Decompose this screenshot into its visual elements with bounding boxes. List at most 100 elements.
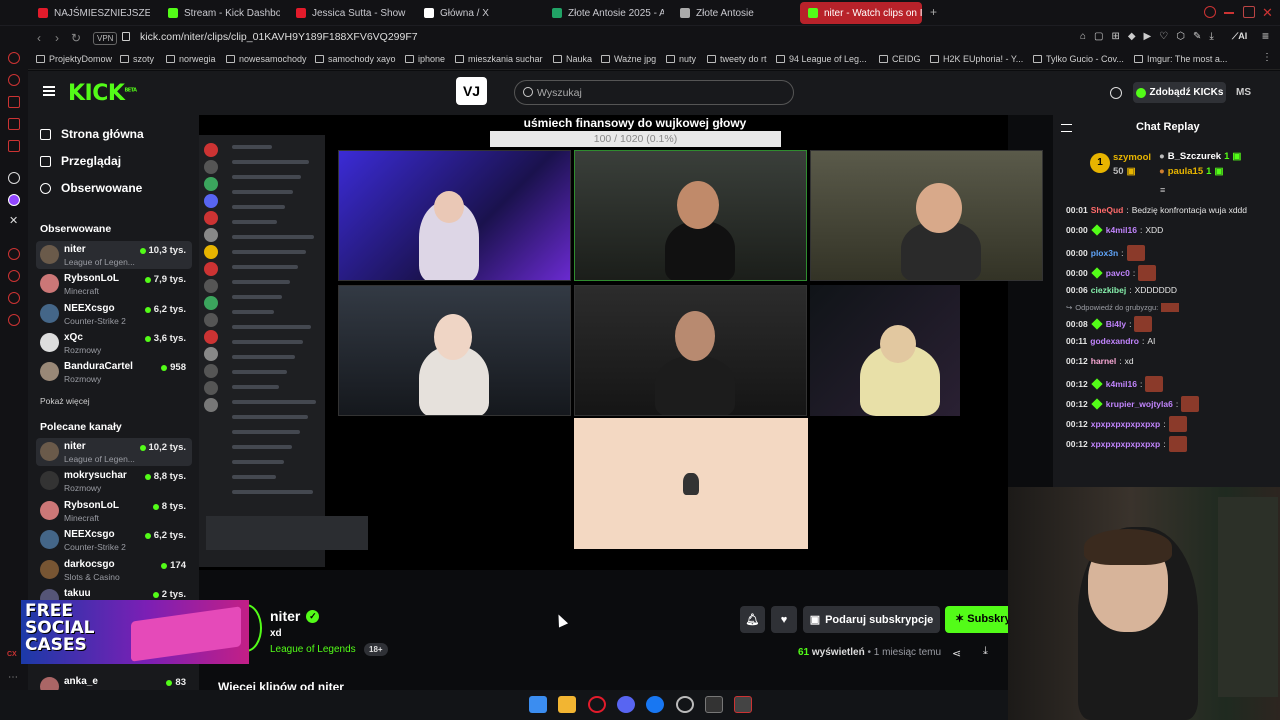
chat-username[interactable]: SheQud [1091, 205, 1124, 215]
bookmark-item[interactable]: nuty [666, 54, 696, 64]
discord-icon[interactable] [617, 696, 635, 713]
refresh-icon[interactable] [1110, 87, 1122, 99]
chat-username[interactable]: k4mil16 [1106, 225, 1137, 235]
sidebar-channel-recommended[interactable]: NEEXcsgo Counter-Strike 2 6,2 tys. [36, 526, 192, 554]
share-icon[interactable]: ⋖ [952, 647, 961, 660]
chat-username[interactable]: harnel [1091, 356, 1117, 366]
more-icon[interactable]: ⋯ [8, 672, 18, 683]
bookmark-item[interactable]: norwegia [166, 54, 216, 64]
menu-icon[interactable]: ≡ [1262, 29, 1269, 43]
chat-username[interactable]: plox3n [1091, 248, 1118, 258]
bookmark-item[interactable]: szoty [120, 54, 154, 64]
sidebar-channel-followed[interactable]: NEEXcsgo Counter-Strike 2 6,2 tys. [36, 300, 192, 328]
app-icon[interactable] [734, 696, 752, 713]
chat-username[interactable]: krupier_wojtyla6 [1106, 399, 1173, 409]
sidebar-toggle-label[interactable]: CX [7, 651, 17, 658]
ad-banner[interactable]: FREE SOCIAL CASES [21, 600, 249, 664]
nav-browse[interactable]: Przeglądaj [40, 154, 121, 168]
start-icon[interactable] [529, 696, 547, 713]
ai-icon[interactable]: ⟋AI [1232, 31, 1247, 42]
x-twitter-icon[interactable]: ✕ [9, 214, 18, 227]
browser-tab[interactable]: Złote Antosie 2025 - Arku [544, 2, 664, 24]
browser-tab[interactable]: Główna / X [416, 2, 536, 24]
sidebar-channel-followed[interactable]: RybsonLoL Minecraft 7,9 tys. [36, 270, 192, 298]
chat-message[interactable]: 00:00 plox3n: [1066, 245, 1145, 261]
streamer-name[interactable]: niter ✓ [270, 608, 320, 624]
player-icon[interactable] [8, 140, 20, 152]
game-category-link[interactable]: League of Legends [270, 644, 356, 655]
new-tab-icon[interactable]: + [930, 5, 937, 19]
bookmark-item[interactable]: Tylko Gucio - Cov... [1033, 54, 1124, 64]
location-icon[interactable] [8, 292, 20, 304]
url-field[interactable]: kick.com/niter/clips/clip_01KAVH9Y189F18… [140, 31, 418, 43]
minimize-icon[interactable] [1224, 12, 1234, 14]
bookmark-item[interactable]: Imgur: The most a... [1134, 54, 1227, 64]
bookmark-item[interactable]: ProjektyDomow [36, 54, 112, 64]
close-icon[interactable]: ✕ [1262, 5, 1273, 21]
facebook-icon[interactable] [646, 696, 664, 713]
browser-tab[interactable]: NAJŚMIESZNIEJSZE MOM [30, 2, 150, 24]
back-icon[interactable]: ‹ [37, 31, 41, 45]
browser-tab[interactable]: Złote Antosie [672, 2, 792, 24]
bookmark-item[interactable]: Nauka [553, 54, 592, 64]
bookmark-item[interactable]: CEIDG [879, 54, 921, 64]
search-input[interactable] [537, 85, 777, 101]
instagram-icon[interactable] [8, 172, 20, 184]
chat-message[interactable]: 00:06 ciezkibej: XDDDDDD [1066, 285, 1177, 295]
chat-username[interactable]: xpxpxpxpxpxpxp [1091, 439, 1160, 449]
aria-icon[interactable] [8, 74, 20, 86]
kick-logo[interactable]: KICKBETA [68, 81, 137, 106]
bookmarks-more-icon[interactable]: ⋮ [1262, 52, 1272, 63]
bag-icon[interactable] [8, 96, 20, 108]
bookmark-item[interactable]: tweety do rt [707, 54, 767, 64]
browser-tab[interactable]: niter - Watch clips on I [800, 2, 922, 24]
browser-tab[interactable]: Stream - Kick Dashboard [160, 2, 280, 24]
sidebar-channel-followed[interactable]: niter League of Legen... 10,3 tys. [36, 241, 192, 269]
workspaces-icon[interactable] [8, 52, 20, 64]
chat-message[interactable]: 00:12 krupier_wojtyla6: [1066, 396, 1200, 412]
chat-message[interactable]: 00:00 k4mil16: XDD [1066, 224, 1163, 236]
collapse-chat-icon[interactable] [1061, 124, 1072, 132]
chat-username[interactable]: k4mil16 [1106, 379, 1137, 389]
file-explorer-icon[interactable] [558, 696, 576, 713]
settings-icon[interactable] [8, 314, 20, 326]
v-logo-icon[interactable]: VJ [456, 77, 487, 105]
chat-message[interactable]: 00:12 xpxpxpxpxpxpxp: [1066, 436, 1187, 452]
history-icon[interactable] [8, 248, 20, 260]
browser-tab[interactable]: Jessica Sutta - Show Me [288, 2, 408, 24]
chat-username[interactable]: pavc0 [1106, 268, 1130, 278]
chat-message[interactable]: 00:11 godexandro: AI [1066, 336, 1155, 346]
chat-username[interactable]: ciezkibej [1091, 285, 1126, 295]
bookmark-item[interactable]: mieszkania suchar [455, 54, 543, 64]
show-more-link[interactable]: Pokaż więcej [40, 396, 90, 406]
chat-message[interactable]: 00:01 SheQud: Bedzię konfrontacja wuja xdd… [1066, 205, 1247, 215]
chat-message[interactable]: 00:12 harnel: xd [1066, 356, 1134, 366]
nav-home[interactable]: Strona główna [40, 127, 144, 141]
hamburger-menu-icon[interactable] [43, 86, 55, 96]
nav-following[interactable]: Obserwowane [40, 181, 142, 195]
reload-icon[interactable]: ↻ [71, 31, 81, 45]
bookmark-item[interactable]: iphone [405, 54, 445, 64]
lock-icon[interactable] [122, 32, 130, 41]
top-gifter-name[interactable]: szymool [1113, 152, 1151, 163]
twitch-icon[interactable] [8, 194, 20, 206]
chat-username[interactable]: godexandro [1090, 336, 1139, 346]
user-avatar[interactable]: MS [1233, 82, 1254, 103]
bookmark-item[interactable]: nowesamochody [226, 54, 307, 64]
chat-username[interactable]: xpxpxpxpxpxpxp [1091, 419, 1160, 429]
download-icon[interactable]: ⤓ [983, 645, 988, 658]
steam-icon[interactable] [676, 696, 694, 713]
expand-gifters-icon[interactable]: ≡ [1160, 185, 1165, 195]
chat-message[interactable]: 00:12 k4mil16: [1066, 376, 1164, 392]
sidebar-channel-followed[interactable]: BanduraCartel Rozmowy 958 [36, 358, 192, 386]
notify-button[interactable]: 🔔︎ [740, 606, 765, 633]
bookmark-item[interactable]: samochody xayo [315, 54, 396, 64]
follow-button[interactable]: ♥ [771, 606, 797, 633]
messenger-icon[interactable] [8, 118, 20, 130]
clock-icon[interactable] [8, 270, 20, 282]
vpn-badge[interactable]: VPN [93, 32, 118, 45]
get-kicks-button[interactable]: Zdobądź KICKs [1133, 82, 1226, 103]
sidebar-channel-followed[interactable]: xQc Rozmowy 3,6 tys. [36, 329, 192, 357]
sidebar-channel-recommended[interactable]: darkocsgo Slots & Casino 174 [36, 556, 192, 584]
bookmark-item[interactable]: Ważne jpg [601, 54, 656, 64]
